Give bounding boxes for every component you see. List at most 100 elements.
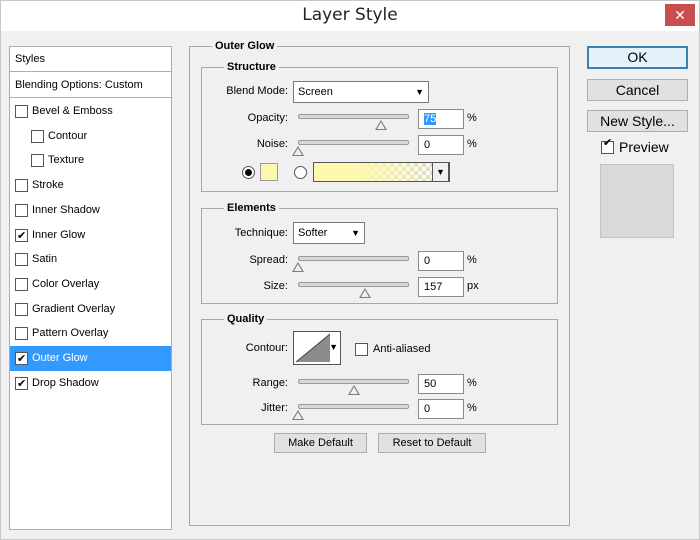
style-checkbox[interactable]: [15, 347, 28, 372]
new-style-button[interactable]: New Style...: [587, 110, 688, 132]
noise-label: Noise:: [256, 138, 288, 150]
style-checkbox[interactable]: [15, 277, 28, 291]
styles-header[interactable]: Styles: [10, 47, 171, 72]
chevron-down-icon: ▼: [415, 87, 424, 97]
range-input[interactable]: 50: [418, 374, 464, 394]
noise-slider-thumb[interactable]: [292, 146, 304, 156]
chevron-down-icon: ▼: [329, 342, 338, 352]
opacity-slider-thumb[interactable]: [375, 120, 388, 130]
style-item-label: Drop Shadow: [32, 376, 99, 389]
style-item-label: Inner Glow: [32, 228, 86, 241]
range-slider[interactable]: [298, 379, 409, 384]
structure-title: Structure: [224, 61, 279, 73]
style-checkbox[interactable]: [15, 179, 28, 193]
blend-mode-select[interactable]: Screen ▼: [293, 81, 429, 103]
title-bar: Layer Style ✕: [1, 1, 699, 31]
style-item-satin[interactable]: Satin: [10, 247, 171, 272]
contour-label: Contour:: [245, 342, 288, 354]
jitter-input[interactable]: 0: [418, 399, 464, 419]
style-item-outer-glow[interactable]: Outer Glow: [10, 346, 171, 372]
range-label: Range:: [252, 377, 288, 389]
noise-slider[interactable]: [298, 140, 409, 145]
style-checkbox[interactable]: [15, 105, 28, 118]
make-default-button[interactable]: Make Default: [274, 433, 367, 453]
range-unit: %: [467, 377, 477, 389]
style-item-bevel-emboss[interactable]: Bevel & Emboss: [10, 99, 171, 124]
preview-thumbnail: [600, 164, 674, 238]
opacity-slider[interactable]: [298, 114, 409, 119]
style-item-texture[interactable]: Texture: [10, 148, 171, 173]
style-item-label: Stroke: [32, 179, 64, 192]
style-item-label: Pattern Overlay: [32, 327, 109, 340]
spread-label: Spread:: [249, 254, 288, 266]
reset-to-default-button[interactable]: Reset to Default: [378, 433, 486, 453]
style-item-stroke[interactable]: Stroke: [10, 173, 171, 198]
style-item-label: Bevel & Emboss: [32, 105, 113, 117]
glow-color-swatch[interactable]: [260, 163, 278, 181]
spread-unit: %: [467, 254, 477, 266]
jitter-slider[interactable]: [298, 404, 409, 409]
noise-unit: %: [467, 138, 477, 150]
jitter-label: Jitter:: [261, 402, 288, 414]
opacity-input[interactable]: 75: [418, 109, 464, 129]
style-checkbox[interactable]: [15, 302, 28, 316]
technique-value: Softer: [298, 227, 328, 239]
cancel-button[interactable]: Cancel: [587, 79, 688, 101]
style-item-drop-shadow[interactable]: Drop Shadow: [10, 371, 171, 397]
style-item-inner-shadow[interactable]: Inner Shadow: [10, 198, 171, 223]
size-input[interactable]: 157: [418, 277, 464, 297]
style-item-inner-glow[interactable]: Inner Glow: [10, 223, 171, 249]
range-slider-thumb[interactable]: [347, 385, 360, 395]
chevron-down-icon[interactable]: ▼: [432, 162, 449, 182]
technique-select[interactable]: Softer ▼: [293, 222, 365, 244]
style-checkbox[interactable]: [15, 203, 28, 217]
styles-list: Styles Blending Options: Custom Bevel & …: [9, 46, 172, 530]
noise-input[interactable]: 0: [418, 135, 464, 155]
solid-color-radio[interactable]: [242, 166, 255, 179]
preview-checkbox[interactable]: [601, 136, 614, 154]
outer-glow-panel: Outer Glow Structure Blend Mode: Screen …: [189, 40, 570, 526]
spread-slider-thumb[interactable]: [292, 262, 304, 272]
elements-title: Elements: [224, 202, 279, 214]
contour-curve-icon: [295, 333, 331, 363]
close-button[interactable]: ✕: [665, 4, 695, 26]
structure-group: Structure Blend Mode: Screen ▼ Opacity: …: [201, 61, 558, 192]
style-item-pattern-overlay[interactable]: Pattern Overlay: [10, 321, 171, 346]
style-item-label: Contour: [48, 129, 88, 142]
opacity-label: Opacity:: [247, 112, 288, 124]
anti-aliased-checkbox[interactable]: [355, 343, 368, 356]
style-item-label: Satin: [32, 253, 58, 266]
size-slider-thumb[interactable]: [358, 288, 371, 298]
gradient-radio[interactable]: [294, 166, 307, 179]
style-checkbox[interactable]: [15, 372, 28, 397]
style-checkbox[interactable]: [31, 154, 44, 168]
size-unit: px: [467, 280, 479, 292]
quality-group: Quality Contour: ▼ Anti-aliased Range: 5…: [201, 313, 558, 425]
ok-button[interactable]: OK: [587, 46, 688, 69]
spread-slider[interactable]: [298, 256, 409, 261]
gradient-picker[interactable]: [313, 162, 450, 182]
style-item-label: Gradient Overlay: [32, 302, 116, 315]
contour-picker[interactable]: ▼: [293, 331, 341, 365]
quality-title: Quality: [224, 313, 268, 325]
size-slider[interactable]: [298, 282, 409, 287]
style-checkbox[interactable]: [31, 129, 44, 143]
spread-input[interactable]: 0: [418, 251, 464, 271]
blend-mode-value: Screen: [298, 86, 333, 98]
technique-label: Technique:: [234, 227, 288, 239]
blending-options-item[interactable]: Blending Options: Custom: [10, 73, 171, 98]
style-item-label: Outer Glow: [32, 352, 88, 364]
size-label: Size:: [263, 280, 288, 292]
layer-style-dialog: Layer Style ✕ Styles Blending Options: C…: [0, 0, 700, 540]
style-item-gradient-overlay[interactable]: Gradient Overlay: [10, 297, 171, 322]
jitter-slider-thumb[interactable]: [292, 410, 304, 420]
style-item-label: Color Overlay: [32, 277, 100, 290]
style-checkbox[interactable]: [15, 253, 28, 267]
blend-mode-label: Blend Mode:: [226, 85, 288, 97]
style-item-color-overlay[interactable]: Color Overlay: [10, 272, 171, 297]
style-item-contour[interactable]: Contour: [10, 124, 171, 149]
style-item-label: Texture: [48, 154, 85, 167]
style-checkbox[interactable]: [15, 327, 28, 341]
style-checkbox[interactable]: [15, 224, 28, 249]
outer-glow-title: Outer Glow: [212, 40, 278, 52]
